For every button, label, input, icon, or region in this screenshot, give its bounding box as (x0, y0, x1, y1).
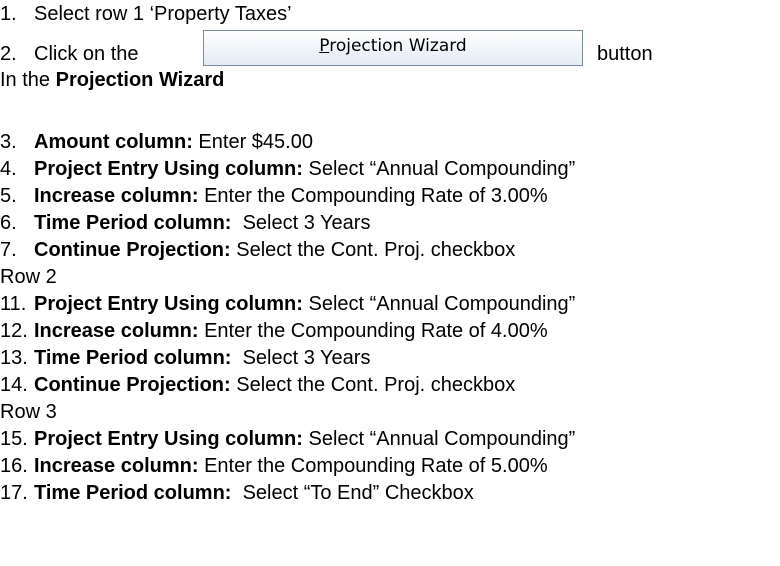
step-number: 5. (0, 185, 17, 207)
step-label: Continue Projection: (34, 239, 231, 261)
step-number: 17. (0, 482, 28, 504)
row-3-heading: Row 3 (0, 401, 57, 423)
step-text-after: button (597, 43, 653, 65)
step-text: Select 3 Years (231, 212, 371, 234)
step-7: 7. Continue Projection: Select the Cont. … (0, 238, 515, 262)
step-text: Enter the Compounding Rate of 3.00% (198, 185, 548, 207)
step-6: 6. Time Period column: Select 3 Years (0, 211, 370, 235)
step-4: 4. Project Entry Using column: Select “An… (0, 157, 575, 181)
step-1: 1. Select row 1 ‘Property Taxes’ (0, 2, 292, 26)
step-label: Project Entry Using column: (34, 293, 303, 315)
step-label: Increase column: (34, 455, 199, 477)
projection-wizard-button[interactable]: Projection Wizard (203, 30, 583, 66)
step-label: Project Entry Using column: (34, 158, 303, 180)
step-text: Select “Annual Compounding” (302, 428, 576, 450)
step-16: 16. Increase column: Enter the Compoundin… (0, 454, 548, 478)
step-number: 4. (0, 158, 17, 180)
step-label: Time Period column: (34, 347, 232, 369)
step-2: 2. Click on the button (0, 42, 653, 66)
step-label: Amount column: (34, 131, 193, 153)
step-label: Increase column: (34, 320, 199, 342)
step-number: 6. (0, 212, 17, 234)
step-text: Select the Cont. Proj. checkbox (230, 239, 516, 261)
step-5: 5. Increase column: Enter the Compounding… (0, 184, 548, 208)
step-13: 13. Time Period column: Select 3 Years (0, 346, 370, 370)
step-number: 16. (0, 455, 28, 477)
step-label: Time Period column: (34, 482, 232, 504)
intro-text: In the (0, 69, 56, 91)
step-text: Select “To End” Checkbox (231, 482, 474, 504)
step-label: Increase column: (34, 185, 199, 207)
step-label: Time Period column: (34, 212, 232, 234)
step-text: Enter the Compounding Rate of 5.00% (198, 455, 548, 477)
step-label: Project Entry Using column: (34, 428, 303, 450)
step-text: Select 3 Years (231, 347, 371, 369)
step-number: 1. (0, 3, 17, 25)
button-mnemonic: P (319, 36, 330, 56)
step-17: 17. Time Period column: Select “To End” C… (0, 481, 474, 505)
step-number: 14. (0, 374, 28, 396)
step-text: Select row 1 ‘Property Taxes’ (34, 3, 292, 25)
step-text: Select “Annual Compounding” (302, 293, 576, 315)
step-11: 11. Project Entry Using column: Select “A… (0, 292, 575, 316)
step-text: Enter the Compounding Rate of 4.00% (198, 320, 548, 342)
step-text: Select “Annual Compounding” (302, 158, 576, 180)
wizard-intro: In the Projection Wizard (0, 68, 224, 92)
button-label: rojection Wizard (329, 36, 467, 56)
step-number: 2. (0, 43, 17, 65)
step-number: 7. (0, 239, 17, 261)
step-3: 3. Amount column: Enter $45.00 (0, 130, 313, 154)
step-text: Select the Cont. Proj. checkbox (230, 374, 516, 396)
step-text: Enter $45.00 (192, 131, 313, 153)
row-2-heading: Row 2 (0, 266, 57, 288)
step-14: 14. Continue Projection: Select the Cont.… (0, 373, 515, 397)
step-number: 13. (0, 347, 28, 369)
step-label: Continue Projection: (34, 374, 231, 396)
step-number: 15. (0, 428, 28, 450)
step-text-before: Click on the (34, 43, 139, 65)
step-number: 11. (0, 293, 27, 315)
intro-bold: Projection Wizard (55, 69, 225, 91)
step-12: 12. Increase column: Enter the Compoundin… (0, 319, 548, 343)
step-number: 3. (0, 131, 17, 153)
step-15: 15. Project Entry Using column: Select “A… (0, 427, 575, 451)
step-number: 12. (0, 320, 28, 342)
instructions-document: 1. Select row 1 ‘Property Taxes’ 2. Click … (0, 0, 780, 566)
